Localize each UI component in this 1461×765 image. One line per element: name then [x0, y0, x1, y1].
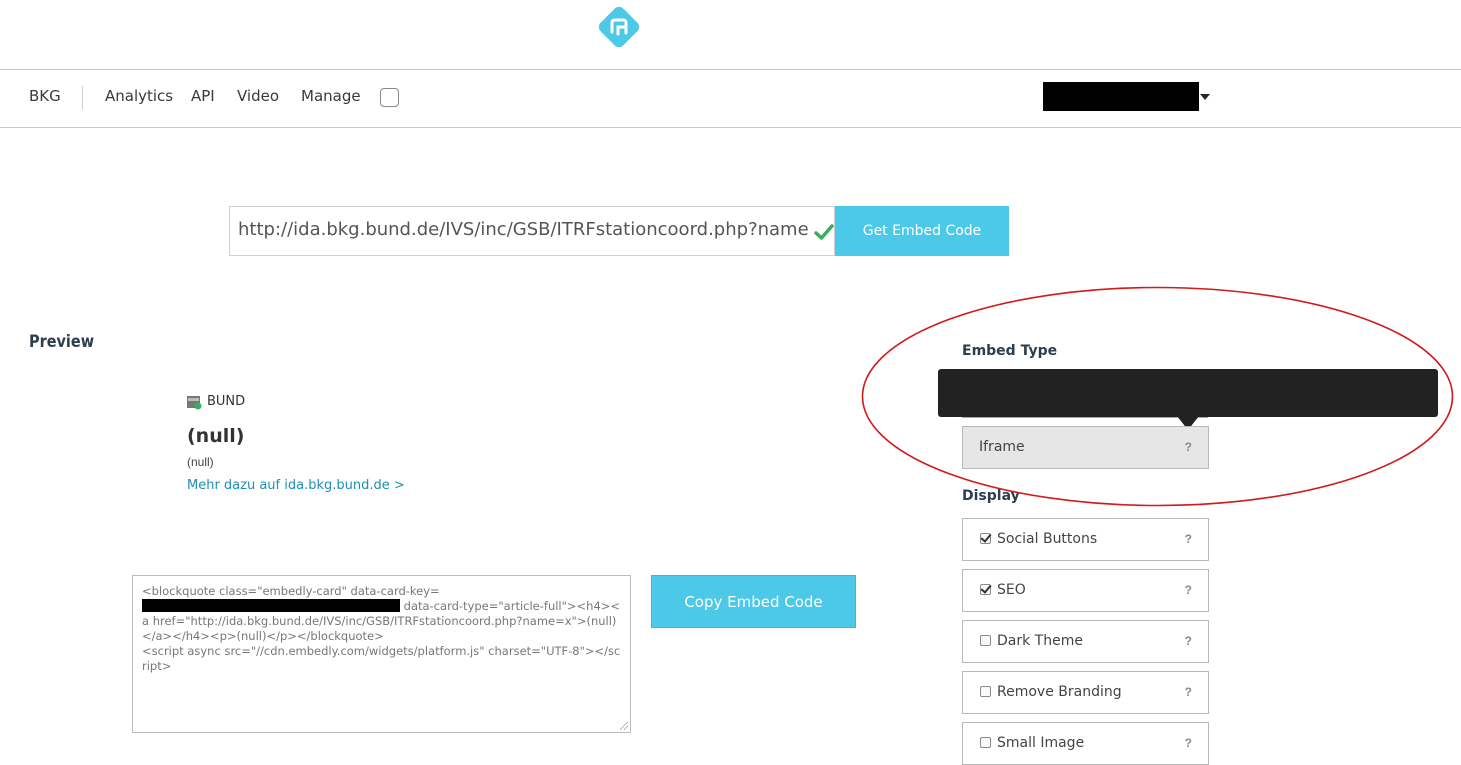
card-title[interactable]: (null): [187, 425, 244, 447]
option-dark-theme[interactable]: Dark Theme ?: [962, 620, 1209, 663]
iframe-label: Iframe: [979, 439, 1025, 455]
copy-embed-code-button[interactable]: Copy Embed Code: [651, 575, 856, 628]
nav-video[interactable]: Video: [237, 87, 279, 105]
card-key-redacted: [142, 599, 400, 612]
nav-analytics[interactable]: Analytics: [105, 87, 173, 105]
nav-checkbox-icon[interactable]: [380, 88, 399, 107]
social-buttons-checkbox[interactable]: [980, 533, 991, 544]
remove-branding-checkbox[interactable]: [980, 686, 991, 697]
nav-bkg[interactable]: BKG: [29, 87, 61, 105]
card-description: (null): [187, 455, 214, 469]
url-input-value[interactable]: http://ida.bkg.bund.de/IVS/inc/GSB/ITRFs…: [238, 219, 810, 240]
tooltip-redacted: [938, 369, 1438, 417]
nav-separator: [82, 86, 83, 110]
remove-branding-label: Remove Branding: [997, 684, 1122, 700]
embed-code-line-1: <blockquote class="embedly-card" data-ca…: [142, 584, 440, 598]
remove-branding-help-icon[interactable]: ?: [1185, 685, 1192, 699]
dark-theme-label: Dark Theme: [997, 633, 1083, 649]
small-image-checkbox[interactable]: [980, 737, 991, 748]
account-dropdown-caret-icon[interactable]: [1200, 94, 1210, 100]
option-remove-branding[interactable]: Remove Branding ?: [962, 671, 1209, 714]
seo-checkbox[interactable]: [980, 584, 991, 595]
social-buttons-label: Social Buttons: [997, 531, 1098, 547]
valid-check-icon: [814, 224, 834, 240]
preview-heading: Preview: [29, 332, 95, 352]
provider-favicon-icon: [187, 396, 202, 410]
nav-manage[interactable]: Manage: [301, 87, 361, 105]
header-divider: [0, 69, 1461, 70]
embed-code-textarea[interactable]: <blockquote class="embedly-card" data-ca…: [132, 575, 631, 733]
small-image-help-icon[interactable]: ?: [1185, 736, 1192, 750]
seo-help-icon[interactable]: ?: [1185, 583, 1192, 597]
option-social-buttons[interactable]: Social Buttons ?: [962, 518, 1209, 561]
embed-type-iframe-option[interactable]: Iframe ?: [962, 426, 1209, 469]
dark-theme-checkbox[interactable]: [980, 635, 991, 646]
provider-name: BUND: [207, 394, 246, 409]
social-buttons-help-icon[interactable]: ?: [1185, 532, 1192, 546]
embedly-logo-icon[interactable]: [594, 2, 644, 52]
resize-handle-icon[interactable]: [620, 722, 628, 730]
url-input[interactable]: http://ida.bkg.bund.de/IVS/inc/GSB/ITRFs…: [229, 206, 835, 256]
account-menu-redacted[interactable]: [1043, 82, 1199, 111]
display-heading: Display: [962, 488, 1020, 504]
nav-divider: [0, 127, 1461, 128]
get-embed-code-button[interactable]: Get Embed Code: [835, 206, 1009, 256]
embed-type-heading: Embed Type: [962, 343, 1058, 359]
card-read-more-link[interactable]: Mehr dazu auf ida.bkg.bund.de >: [187, 478, 405, 493]
embed-code-line-3: <script async src="//cdn.embedly.com/wid…: [142, 644, 621, 673]
option-seo[interactable]: SEO ?: [962, 569, 1209, 612]
dark-theme-help-icon[interactable]: ?: [1185, 634, 1192, 648]
option-small-image[interactable]: Small Image ?: [962, 722, 1209, 765]
small-image-label: Small Image: [997, 735, 1085, 751]
seo-label: SEO: [997, 582, 1026, 598]
iframe-help-icon[interactable]: ?: [1185, 440, 1192, 454]
nav-api[interactable]: API: [191, 87, 215, 105]
